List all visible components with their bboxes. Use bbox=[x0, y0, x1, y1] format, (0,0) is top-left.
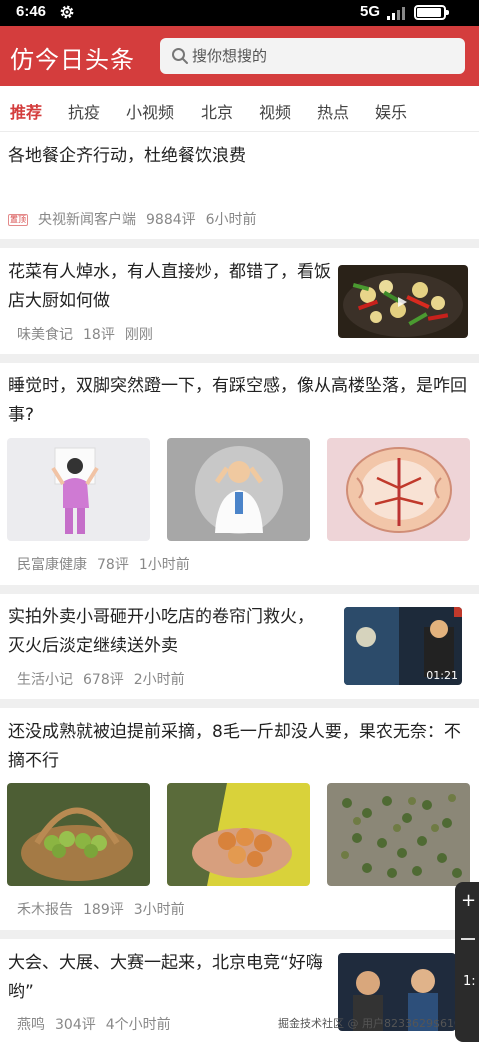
app-header: 仿今日头条 bbox=[0, 26, 479, 86]
article-thumbnail-cauliflower bbox=[338, 265, 468, 338]
floating-panel[interactable]: + 1: bbox=[455, 882, 479, 1042]
article-meta: 置顶 央视新闻客户端 9884评 6小时前 bbox=[8, 209, 267, 229]
article-title: 睡觉时，双脚突然蹬一下，有踩空感，像从高楼坠落，是咋回事? bbox=[8, 376, 467, 425]
tab-beijing[interactable]: 北京 bbox=[201, 99, 233, 123]
article-title: 还没成熟就被迫提前采摘，8毛一斤却没人要，果农无奈：不摘不行 bbox=[8, 722, 461, 771]
article-title: 各地餐企齐行动，杜绝餐饮浪费 bbox=[8, 146, 246, 166]
article-meta: 民富康健康 78评 1小时前 bbox=[17, 554, 200, 574]
search-icon bbox=[172, 48, 188, 64]
article-source: 央视新闻客户端 bbox=[38, 212, 136, 228]
article-comments: 304评 bbox=[55, 1017, 96, 1033]
article-time: 1小时前 bbox=[138, 557, 190, 573]
video-duration: 01:21 bbox=[426, 669, 458, 682]
article-source: 味美食记 bbox=[17, 327, 73, 343]
article-meta: 禾木报告 189评 3小时前 bbox=[17, 899, 195, 919]
app-title: 仿今日头条 bbox=[10, 46, 135, 74]
article-source: 民富康健康 bbox=[17, 557, 87, 573]
article-thumbnail-fruit-pile bbox=[327, 783, 470, 886]
article-thumbnail-basket bbox=[7, 783, 150, 886]
divider bbox=[0, 585, 479, 594]
food-image bbox=[338, 265, 468, 338]
divider bbox=[0, 354, 479, 363]
article-thumbnail-video: 01:21 bbox=[344, 607, 462, 685]
divider bbox=[0, 239, 479, 248]
network-type: 5G bbox=[360, 3, 381, 20]
article-title: 大会、大展、大赛一起来，北京电竞“好嗨哟” bbox=[8, 953, 323, 1002]
article-comments: 78评 bbox=[97, 557, 129, 573]
tab-video[interactable]: 视频 bbox=[259, 99, 291, 123]
watermark-text: 掘金技术社区 @ 用户8233629$610 bbox=[278, 1017, 461, 1030]
article-time: 4个小时前 bbox=[105, 1017, 171, 1033]
tab-recommend[interactable]: 推荐 bbox=[10, 99, 42, 123]
floating-panel-text: 1: bbox=[463, 974, 476, 989]
article-thumbnail-brain bbox=[327, 438, 470, 541]
article-time: 3小时前 bbox=[133, 902, 185, 918]
battery-icon bbox=[414, 5, 449, 20]
article-time: 2小时前 bbox=[133, 672, 185, 688]
article-time: 刚刚 bbox=[124, 327, 153, 343]
article-thumbnail-woman bbox=[7, 438, 150, 541]
article-comments: 189评 bbox=[83, 902, 124, 918]
search-bar[interactable] bbox=[160, 38, 465, 74]
plus-icon[interactable]: + bbox=[461, 890, 476, 911]
gear-icon bbox=[60, 5, 74, 19]
article-comments: 18评 bbox=[83, 327, 115, 343]
tab-short-video[interactable]: 小视频 bbox=[126, 99, 174, 123]
article-meta: 味美食记 18评 刚刚 bbox=[17, 324, 163, 344]
article-thumbnail-doctor bbox=[167, 438, 310, 541]
article-source: 禾木报告 bbox=[17, 902, 73, 918]
status-bar: 6:46 5G bbox=[0, 0, 479, 26]
article-time: 6小时前 bbox=[205, 212, 257, 228]
article-title: 花菜有人焯水，有人直接炒，都错了，看饭店大厨如何做 bbox=[8, 262, 331, 311]
search-input[interactable] bbox=[192, 44, 452, 68]
pinned-badge: 置顶 bbox=[8, 214, 28, 226]
divider-line bbox=[461, 938, 475, 940]
article-comments: 678评 bbox=[83, 672, 124, 688]
tab-anti-epidemic[interactable]: 抗疫 bbox=[68, 99, 100, 123]
status-time: 6:46 bbox=[16, 3, 47, 20]
article-thumbnail-hands bbox=[167, 783, 310, 886]
article-source: 生活小记 bbox=[17, 672, 73, 688]
divider bbox=[0, 699, 479, 708]
article-source: 燕鸣 bbox=[17, 1017, 45, 1033]
article-comments: 9884评 bbox=[146, 212, 196, 228]
signal-icon bbox=[387, 7, 405, 20]
article-meta: 生活小记 678评 2小时前 bbox=[17, 669, 195, 689]
category-tabs: 推荐 抗疫 小视频 北京 视频 热点 娱乐 bbox=[0, 86, 479, 132]
article-meta: 燕鸣 304评 4个小时前 bbox=[17, 1014, 181, 1034]
article-title: 实拍外卖小哥砸开小吃店的卷帘门救火，灭火后淡定继续送外卖 bbox=[8, 607, 314, 656]
tab-entertainment[interactable]: 娱乐 bbox=[375, 99, 407, 123]
tab-hot[interactable]: 热点 bbox=[317, 99, 349, 123]
divider bbox=[0, 930, 479, 939]
